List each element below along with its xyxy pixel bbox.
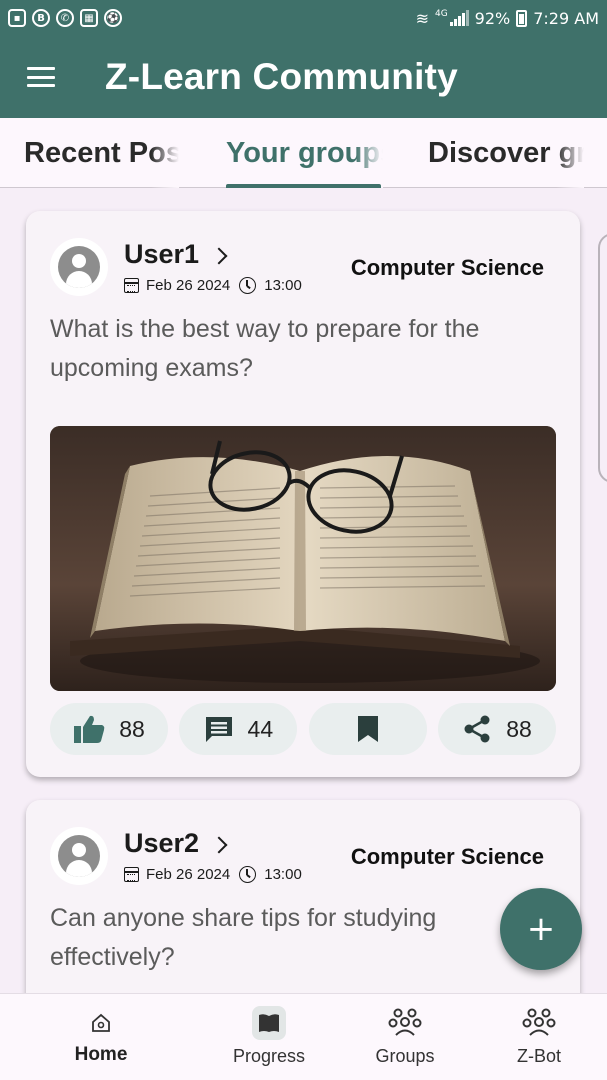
- chevron-right-icon: [210, 247, 228, 264]
- like-button[interactable]: 88: [50, 703, 168, 755]
- nav-label: Groups: [375, 1046, 435, 1066]
- post-author[interactable]: User1: [124, 239, 228, 270]
- battery-icon: [516, 9, 528, 27]
- post-card[interactable]: User2 Feb 26 2024 13:00 Computer Science…: [26, 800, 580, 993]
- app-bar: Z-Learn Community: [0, 36, 607, 118]
- share-icon: [464, 715, 490, 743]
- avatar[interactable]: [50, 827, 108, 885]
- comment-button[interactable]: 44: [179, 703, 298, 755]
- signal-icon: [449, 10, 469, 26]
- notification-icons: ▪ B ✆ ▦ ⚽: [8, 9, 122, 27]
- avatar[interactable]: [50, 238, 108, 296]
- menu-icon[interactable]: [27, 67, 55, 87]
- tab-indicator: [226, 184, 381, 188]
- post-image[interactable]: [50, 426, 556, 691]
- post-time: 13:00: [264, 277, 302, 294]
- comment-count: 44: [247, 715, 274, 742]
- share-count: 88: [506, 715, 532, 742]
- gallery-notification-icon: ▪: [8, 9, 26, 27]
- person-icon: [58, 246, 100, 288]
- bottom-navigation: Home Progress Groups Z-Bot: [0, 993, 607, 1080]
- post-author[interactable]: User2: [124, 828, 228, 859]
- tab-bar: Recent Posts Your groups Discover groups: [0, 118, 607, 188]
- chevron-right-icon: [210, 836, 228, 853]
- post-feed[interactable]: User1 Feb 26 2024 13:00 Computer Science…: [0, 189, 607, 993]
- groups-icon: [388, 1006, 422, 1040]
- wifi-icon: ≋: [415, 8, 429, 28]
- bookmark-icon: [357, 716, 378, 742]
- post-actions: 88 44 88: [50, 703, 556, 755]
- book-with-glasses-image: [50, 426, 556, 691]
- calendar-icon: [124, 867, 139, 882]
- home-icon: [84, 1006, 118, 1040]
- tab-discover-groups[interactable]: Discover groups: [428, 118, 584, 188]
- soccer-notification-icon: ⚽: [104, 9, 122, 27]
- plus-icon: +: [526, 909, 556, 949]
- next-card-peek: [598, 233, 607, 483]
- tab-your-groups[interactable]: Your groups: [226, 118, 383, 188]
- post-date: Feb 26 2024: [146, 277, 231, 294]
- add-post-button[interactable]: +: [500, 888, 582, 970]
- post-meta: Feb 26 2024 13:00: [124, 866, 302, 883]
- nav-groups[interactable]: Groups: [340, 994, 470, 1080]
- post-question: What is the best way to prepare for the …: [50, 315, 480, 382]
- bookmark-button[interactable]: [308, 703, 427, 755]
- nav-label: Home: [74, 1044, 128, 1065]
- clock-icon: [239, 866, 257, 883]
- clock-icon: [239, 277, 257, 294]
- network-type: 4G: [434, 9, 448, 19]
- post-time: 13:00: [264, 866, 302, 883]
- nav-label: Z-Bot: [516, 1046, 561, 1066]
- username: User2: [124, 828, 200, 858]
- username: User1: [124, 239, 200, 269]
- thumbs-up-icon: [74, 715, 105, 743]
- post-card[interactable]: User1 Feb 26 2024 13:00 Computer Science…: [26, 211, 580, 777]
- tab-recent-posts[interactable]: Recent Posts: [24, 118, 179, 188]
- clock: 7:29 AM: [533, 8, 599, 28]
- group-name[interactable]: Computer Science: [351, 844, 544, 870]
- b-notification-icon: B: [32, 9, 50, 27]
- qr-notification-icon: ▦: [80, 9, 98, 27]
- person-icon: [58, 835, 100, 877]
- post-date: Feb 26 2024: [146, 866, 231, 883]
- comment-icon: [205, 717, 232, 742]
- share-button[interactable]: 88: [437, 703, 556, 755]
- nav-home[interactable]: Home: [36, 994, 166, 1080]
- nav-progress[interactable]: Progress: [204, 994, 334, 1080]
- bot-group-icon: [522, 1006, 556, 1040]
- group-name[interactable]: Computer Science: [351, 255, 544, 281]
- battery-percentage: 92%: [474, 8, 511, 28]
- calendar-icon: [124, 278, 139, 293]
- like-count: 88: [119, 715, 145, 742]
- app-title: Z-Learn Community: [105, 56, 458, 97]
- nav-z-bot[interactable]: Z-Bot: [474, 994, 604, 1080]
- nav-label: Progress: [232, 1046, 306, 1066]
- whatsapp-notification-icon: ✆: [56, 9, 74, 27]
- status-bar: ▪ B ✆ ▦ ⚽ ≋ 4G 92% 7:29 AM: [0, 0, 607, 36]
- book-icon: [252, 1006, 286, 1040]
- post-meta: Feb 26 2024 13:00: [124, 277, 302, 294]
- post-question: Can anyone share tips for studying effec…: [50, 904, 437, 971]
